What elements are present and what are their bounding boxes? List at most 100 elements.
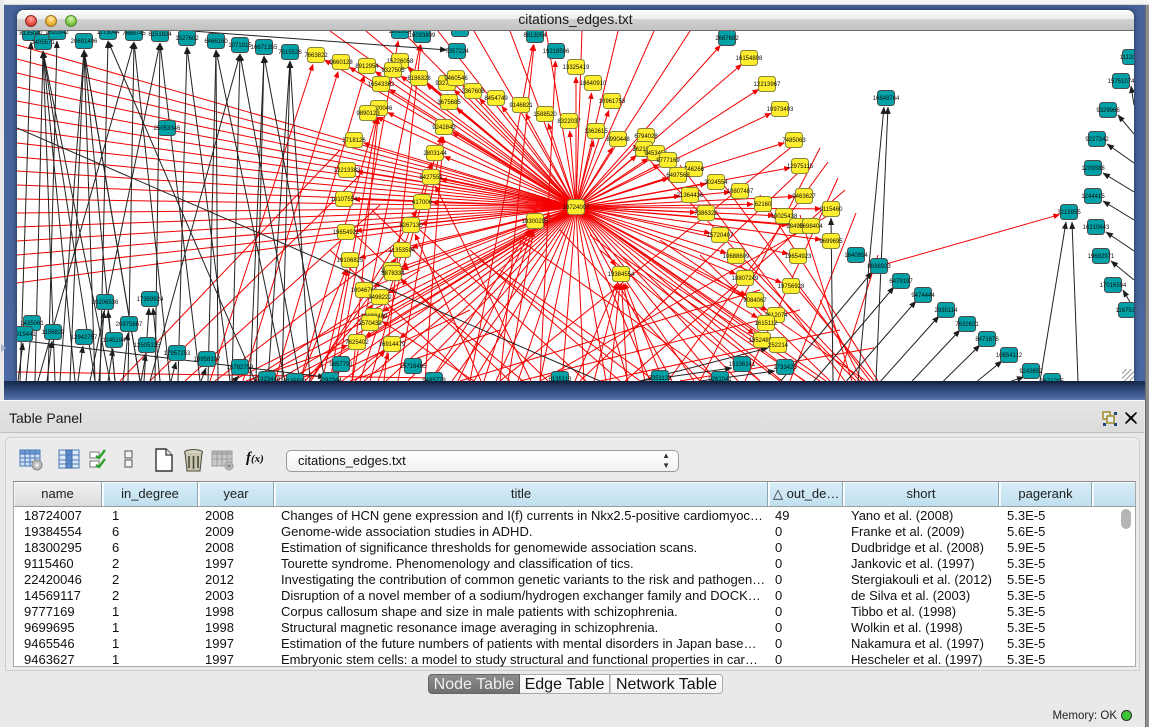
svg-text:9146821: 9146821	[509, 103, 533, 109]
svg-text:19654923: 19654923	[785, 254, 812, 260]
svg-text:9699695: 9699695	[819, 239, 843, 245]
svg-text:19106825: 19106825	[337, 258, 364, 264]
svg-text:9644910: 9644910	[448, 31, 472, 33]
svg-text:1112054: 1112054	[1120, 55, 1134, 61]
svg-text:9329966: 9329966	[1096, 108, 1120, 114]
svg-text:8151824: 8151824	[148, 32, 172, 38]
svg-text:10807487: 10807487	[727, 189, 754, 195]
svg-text:1156829: 1156829	[42, 330, 66, 336]
svg-text:12213967: 12213967	[754, 82, 781, 88]
svg-text:10688609: 10688609	[723, 254, 750, 260]
svg-text:1173044: 1173044	[97, 31, 121, 36]
svg-text:1292344: 1292344	[318, 378, 342, 381]
svg-text:17359924: 17359924	[137, 297, 164, 303]
svg-text:6497568: 6497568	[666, 173, 690, 179]
svg-text:9660128: 9660128	[329, 60, 353, 66]
svg-text:16914479: 16914479	[379, 342, 406, 348]
svg-text:16210643: 16210643	[1083, 225, 1110, 231]
svg-text:10958107: 10958107	[194, 357, 221, 363]
svg-text:16671355: 16671355	[251, 45, 278, 51]
svg-text:7386322: 7386322	[694, 211, 718, 217]
svg-text:19756928: 19756928	[778, 284, 805, 290]
svg-text:1145194: 1145194	[103, 338, 127, 344]
svg-text:19384554: 19384554	[608, 272, 635, 278]
svg-text:20975867: 20975867	[116, 322, 143, 328]
svg-text:12213383: 12213383	[334, 168, 361, 174]
svg-text:11923448: 11923448	[254, 377, 281, 381]
svg-text:15751074: 15751074	[1108, 79, 1134, 85]
svg-text:8938923: 8938923	[867, 264, 891, 270]
svg-text:19218506: 19218506	[543, 49, 570, 55]
svg-text:3498222: 3498222	[368, 295, 392, 301]
svg-text:1209388: 1209388	[1081, 166, 1105, 172]
svg-text:13325419: 13325419	[563, 65, 590, 71]
svg-text:3215955: 3215955	[1057, 210, 1081, 216]
svg-text:7351123: 7351123	[649, 376, 673, 381]
svg-text:9463627: 9463627	[792, 194, 816, 200]
svg-text:9698404: 9698404	[799, 224, 823, 230]
svg-text:20691406: 20691406	[71, 39, 98, 45]
svg-text:9242843: 9242843	[432, 125, 456, 131]
svg-text:12975115: 12975115	[787, 164, 814, 170]
svg-text:21364436: 21364436	[677, 193, 704, 199]
svg-text:15136141: 15136141	[729, 362, 756, 368]
svg-text:1615112: 1615112	[755, 321, 779, 327]
svg-text:16543362: 16543362	[368, 82, 395, 88]
svg-text:18640910: 18640910	[580, 81, 607, 87]
svg-text:9474444: 9474444	[911, 293, 935, 299]
svg-text:18724007: 18724007	[563, 205, 590, 211]
svg-text:2803144: 2803144	[423, 151, 447, 157]
svg-text:1167533: 1167533	[1116, 308, 1134, 314]
svg-text:2935114: 2935114	[935, 308, 959, 314]
svg-text:1071915: 1071915	[228, 43, 252, 49]
svg-text:20206536: 20206536	[92, 300, 119, 306]
svg-text:8912954: 8912954	[355, 64, 379, 70]
svg-text:1244415: 1244415	[1081, 194, 1105, 200]
svg-text:18807249: 18807249	[732, 276, 759, 282]
svg-text:11353594: 11353594	[389, 248, 416, 254]
svg-text:1640954: 1640954	[844, 253, 868, 259]
svg-text:8813054: 8813054	[523, 33, 547, 39]
svg-text:9261041: 9261041	[708, 377, 732, 381]
svg-text:9135501: 9135501	[283, 379, 307, 381]
svg-text:17957253: 17957253	[164, 351, 191, 357]
svg-text:252214: 252214	[768, 343, 789, 349]
svg-text:3915441: 3915441	[17, 332, 36, 338]
svg-text:417006: 417006	[412, 200, 433, 206]
svg-text:18300295: 18300295	[522, 219, 549, 225]
svg-text:9084067: 9084067	[743, 298, 767, 304]
svg-text:2367608: 2367608	[461, 89, 485, 95]
svg-text:8322037: 8322037	[557, 119, 581, 125]
svg-text:2687682: 2687682	[715, 36, 739, 42]
svg-text:9890123: 9890123	[356, 111, 380, 117]
svg-text:1588520: 1588520	[533, 112, 557, 118]
svg-text:12942757: 12942757	[71, 335, 98, 341]
svg-text:62160: 62160	[755, 202, 772, 208]
svg-text:15720407: 15720407	[707, 233, 734, 239]
svg-text:17016504: 17016504	[1100, 283, 1127, 289]
svg-text:8267130: 8267130	[399, 223, 423, 229]
svg-text:8471676: 8471676	[975, 337, 999, 343]
svg-text:7625402: 7625402	[345, 340, 369, 346]
svg-text:9460546: 9460546	[444, 76, 468, 82]
svg-text:19654921: 19654921	[333, 230, 360, 236]
svg-text:10961758: 10961758	[599, 99, 626, 105]
svg-text:9327505: 9327505	[381, 68, 405, 74]
svg-text:9485779: 9485779	[422, 378, 446, 381]
svg-text:10654112: 10654112	[996, 353, 1023, 359]
svg-text:1733426: 1733426	[773, 365, 797, 371]
svg-text:8427552: 8427552	[419, 175, 443, 181]
svg-text:8878334: 8878334	[381, 271, 405, 277]
svg-text:16033809: 16033809	[409, 33, 436, 39]
svg-text:9227342: 9227342	[1085, 137, 1109, 143]
svg-text:1405571: 1405571	[31, 40, 55, 46]
svg-text:7663822: 7663822	[304, 53, 328, 59]
svg-text:7632621: 7632621	[955, 322, 979, 328]
svg-text:12505135: 12505135	[134, 343, 161, 349]
svg-text:8454749: 8454749	[484, 96, 508, 102]
svg-text:9671205: 9671205	[1040, 379, 1064, 381]
svg-text:7515526: 7515526	[278, 50, 302, 56]
svg-text:1362615: 1362615	[584, 129, 608, 135]
svg-text:9510342: 9510342	[45, 31, 69, 36]
svg-text:1570432: 1570432	[358, 321, 382, 327]
